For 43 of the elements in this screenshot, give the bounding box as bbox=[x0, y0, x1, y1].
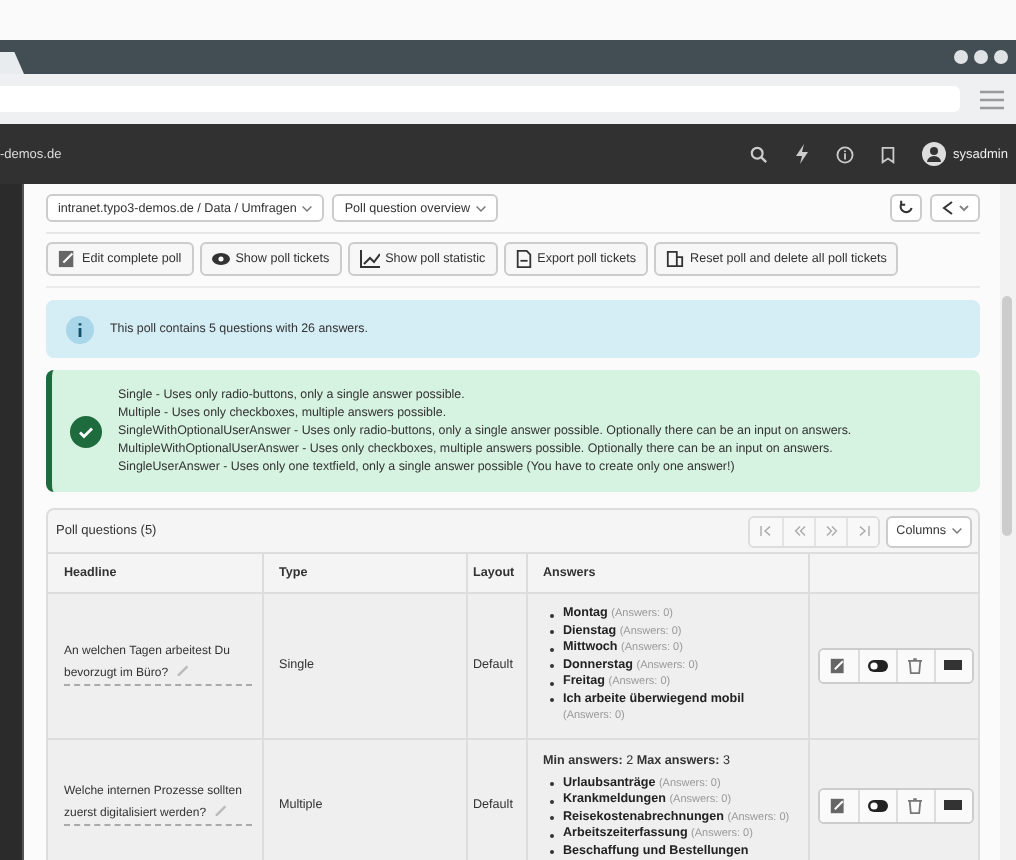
toggle-button[interactable] bbox=[857, 649, 895, 682]
caret-icon bbox=[302, 205, 313, 211]
caret-icon bbox=[476, 205, 487, 211]
trash-icon bbox=[908, 797, 922, 814]
pencil-icon bbox=[214, 802, 229, 817]
document-icon bbox=[515, 250, 532, 268]
edit-icon bbox=[830, 797, 846, 814]
more-button[interactable] bbox=[933, 789, 971, 822]
delete-button[interactable] bbox=[895, 789, 933, 822]
trash-icon bbox=[908, 657, 922, 674]
reload-button[interactable] bbox=[890, 194, 922, 222]
edit-button[interactable] bbox=[819, 649, 857, 682]
bar-icon bbox=[944, 800, 962, 811]
reload-icon bbox=[898, 200, 914, 216]
avatar-icon bbox=[921, 142, 946, 166]
browser-tab[interactable] bbox=[0, 52, 24, 74]
lightning-icon[interactable] bbox=[793, 144, 810, 164]
scrollbar[interactable] bbox=[1000, 184, 1016, 860]
double-chevron-right-icon bbox=[825, 526, 838, 536]
edit-icon bbox=[58, 250, 76, 268]
last-page-icon bbox=[857, 526, 870, 536]
chart-icon bbox=[359, 250, 380, 268]
pencil-icon bbox=[176, 662, 191, 677]
info-icon bbox=[66, 315, 94, 343]
delete-button[interactable] bbox=[895, 649, 933, 682]
toggle-button[interactable] bbox=[857, 789, 895, 822]
share-icon bbox=[941, 200, 969, 216]
share-button[interactable] bbox=[930, 194, 980, 222]
bar-icon bbox=[944, 660, 962, 671]
more-button[interactable] bbox=[933, 649, 971, 682]
check-icon bbox=[70, 415, 102, 447]
edit-button[interactable] bbox=[819, 789, 857, 822]
bookmark-icon[interactable] bbox=[879, 145, 896, 163]
edit-icon bbox=[830, 657, 846, 674]
eye-icon bbox=[211, 252, 230, 266]
first-page-icon bbox=[760, 526, 773, 536]
caret-icon bbox=[952, 528, 962, 534]
reset-icon bbox=[666, 250, 685, 268]
toggle-icon bbox=[867, 799, 887, 812]
info-icon[interactable] bbox=[835, 145, 854, 163]
double-chevron-left-icon bbox=[793, 526, 806, 536]
search-icon[interactable] bbox=[749, 145, 768, 163]
toggle-icon bbox=[867, 659, 887, 672]
